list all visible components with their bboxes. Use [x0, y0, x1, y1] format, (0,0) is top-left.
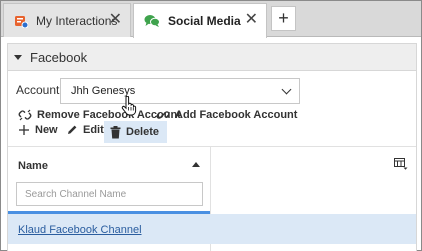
facebook-panel: Facebook Account: Jhh Genesys Remove Fac…	[7, 43, 417, 251]
channel-link[interactable]: Klaud Facebook Channel	[18, 224, 142, 236]
add-account-label: Add Facebook Account	[175, 109, 298, 121]
chevron-down-icon[interactable]	[14, 54, 22, 60]
new-label: New	[35, 124, 58, 136]
link-icon	[156, 108, 170, 122]
name-column-header[interactable]: Name	[18, 160, 48, 172]
tab-social-media[interactable]: Social Media ✕	[133, 3, 267, 38]
chat-bubbles-icon	[144, 14, 160, 28]
tab-label: Social Media	[168, 14, 241, 28]
edit-button[interactable]: Edit	[66, 124, 104, 136]
add-tab-button[interactable]: +	[271, 6, 296, 31]
account-dropdown[interactable]: Jhh Genesys	[60, 78, 300, 104]
account-label: Account:	[16, 83, 63, 97]
plus-icon	[18, 124, 30, 136]
search-channel-input[interactable]	[16, 182, 203, 206]
pencil-icon	[66, 124, 78, 136]
tab-my-interactions[interactable]: My Interactions ✕	[3, 3, 131, 37]
column-chooser-icon[interactable]	[394, 158, 408, 173]
chevron-down-icon	[281, 84, 292, 95]
unlink-icon	[18, 108, 32, 122]
delete-label: Delete	[126, 126, 160, 138]
window-frame: My Interactions ✕ Social Media ✕ + Faceb…	[0, 0, 422, 251]
trash-icon	[110, 125, 121, 139]
sort-ascending-icon[interactable]	[192, 162, 200, 167]
tab-label: My Interactions	[36, 13, 118, 28]
grid-top-border	[8, 146, 416, 147]
my-interactions-icon	[14, 14, 28, 28]
close-icon[interactable]: ✕	[245, 12, 258, 28]
close-icon[interactable]: ✕	[109, 12, 122, 28]
section-title: Facebook	[30, 49, 88, 65]
add-facebook-account-button[interactable]: Add Facebook Account	[156, 108, 297, 122]
section-header[interactable]: Facebook	[8, 44, 416, 71]
new-button[interactable]: New	[18, 124, 58, 136]
tab-strip: My Interactions ✕ Social Media ✕ +	[1, 1, 421, 38]
edit-label: Edit	[83, 124, 104, 136]
hand-cursor-icon	[121, 95, 137, 119]
delete-button[interactable]: Delete	[104, 121, 168, 143]
